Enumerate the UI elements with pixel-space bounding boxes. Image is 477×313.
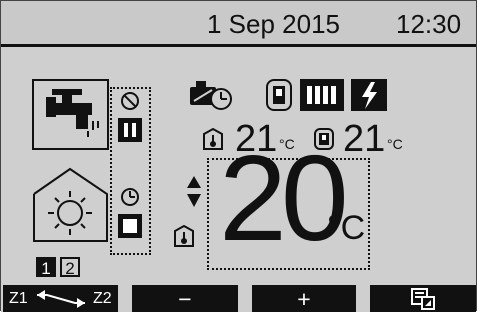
stop-icon[interactable] — [118, 214, 142, 238]
menu-button[interactable] — [370, 285, 476, 312]
target-temperature-unit: °C — [327, 209, 366, 247]
heat-pump-timer-icon — [190, 81, 232, 110]
increase-label: + — [297, 286, 311, 312]
target-temperature: 20 — [219, 130, 349, 266]
booster-heater-icon — [300, 79, 344, 111]
zone-1-button[interactable]: 1 — [36, 257, 56, 278]
decrease-button[interactable]: − — [132, 285, 238, 312]
zone-2-button[interactable]: 2 — [60, 257, 80, 278]
up-down-arrow-icon[interactable] — [186, 175, 202, 209]
house-sun-icon — [33, 167, 108, 242]
increase-button[interactable]: + — [252, 285, 356, 312]
tank-icon — [266, 79, 292, 111]
tap-icon — [46, 89, 99, 137]
decrease-label: − — [178, 286, 192, 312]
prohibit-icon[interactable] — [120, 91, 140, 111]
clock-icon[interactable] — [120, 187, 140, 207]
heating-tile[interactable] — [32, 167, 109, 243]
hot-water-tile[interactable] — [32, 79, 109, 150]
tank-temperature-unit: °C — [387, 136, 403, 152]
pause-icon[interactable] — [118, 118, 142, 142]
zone-switch-button[interactable]: Z1 Z2 — [3, 285, 118, 312]
controller-screen: 1 Sep 2015 12:30 1 2 21 °C 21 °C 20 °C Z… — [0, 0, 477, 312]
time-display: 12:30 — [396, 9, 462, 39]
zone-switch-arrow-icon — [37, 290, 85, 308]
zone-from-label: Z1 — [9, 290, 28, 307]
room-thermostat-icon — [174, 225, 194, 247]
zone-to-label: Z2 — [93, 290, 112, 307]
immersion-heater-icon — [351, 79, 387, 111]
status-bar: 1 Sep 2015 12:30 — [1, 1, 476, 47]
menu-icon — [411, 288, 435, 310]
tank-temperature: 21 — [343, 118, 386, 160]
date-display: 1 Sep 2015 — [207, 9, 341, 39]
